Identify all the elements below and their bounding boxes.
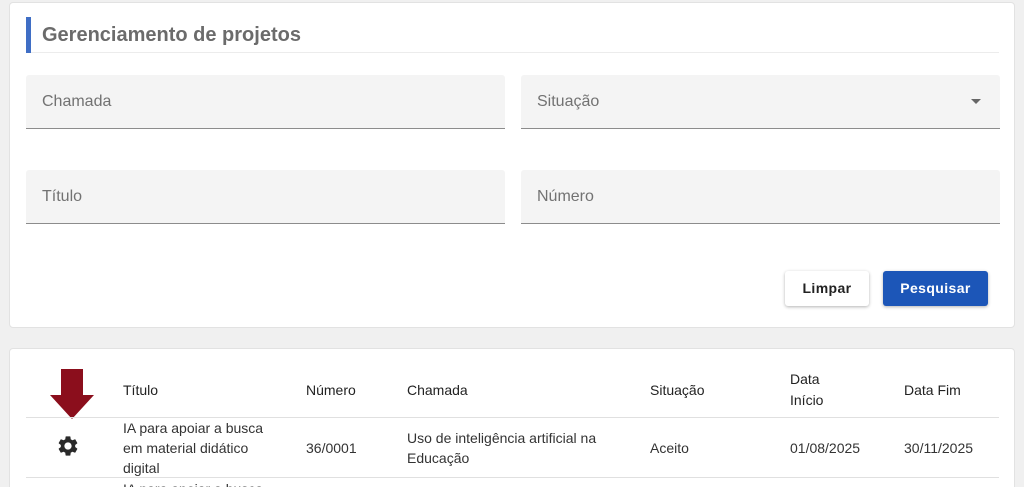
header-data-inicio[interactable]: Data Início (790, 369, 823, 411)
pesquisar-button[interactable]: Pesquisar (883, 271, 988, 306)
gear-icon[interactable] (56, 434, 80, 458)
header-chamada[interactable]: Chamada (407, 380, 468, 401)
titulo-field[interactable]: Título (26, 170, 505, 224)
cell-numero: 36/0001 (306, 440, 357, 456)
header-data-fim[interactable]: Data Fim (904, 380, 961, 401)
chevron-down-icon (971, 99, 981, 104)
cell-data-fim: 30/11/2025 (904, 440, 974, 456)
arrow-down-icon (50, 369, 94, 419)
page-title: Gerenciamento de projetos (42, 24, 301, 46)
situacao-label: Situação (537, 93, 600, 110)
cell-titulo-line3: digital (123, 460, 160, 476)
cell-chamada: Uso de inteligência artificial na Educaç… (407, 428, 596, 468)
header-situacao[interactable]: Situação (650, 380, 704, 401)
cell-chamada-line1: Uso de inteligência artificial na (407, 430, 597, 446)
filter-card: Gerenciamento de projetos Chamada Situaç… (9, 2, 1015, 328)
cell-titulo-line2: em material didático (123, 440, 249, 456)
numero-label: Número (537, 188, 594, 205)
cell-data-inicio: 01/08/2025 (790, 440, 861, 456)
situacao-select[interactable]: Situação (521, 75, 1000, 129)
header-numero[interactable]: Número (306, 380, 356, 401)
chamada-label: Chamada (42, 93, 112, 110)
header-data-inicio-line1: Data (790, 371, 820, 387)
page-header: Gerenciamento de projetos (26, 17, 999, 53)
results-card: Título Número Chamada Situação Data Iníc… (9, 348, 1015, 487)
cell-chamada-line2: Educação (407, 450, 470, 466)
header-titulo[interactable]: Título (123, 380, 158, 401)
cell-titulo-line1: IA para apoiar a busca (123, 420, 264, 436)
titulo-label: Título (42, 188, 83, 205)
row-divider (26, 477, 999, 478)
numero-field[interactable]: Número (521, 170, 1000, 224)
header-data-inicio-line2: Início (790, 392, 824, 408)
title-accent-bar (26, 17, 31, 53)
chamada-field[interactable]: Chamada (26, 75, 505, 129)
cell-titulo: IA para apoiar a busca (123, 479, 263, 487)
cell-titulo: IA para apoiar a busca em material didát… (123, 418, 263, 478)
cell-situacao: Aceito (650, 440, 689, 456)
limpar-button[interactable]: Limpar (785, 271, 869, 306)
